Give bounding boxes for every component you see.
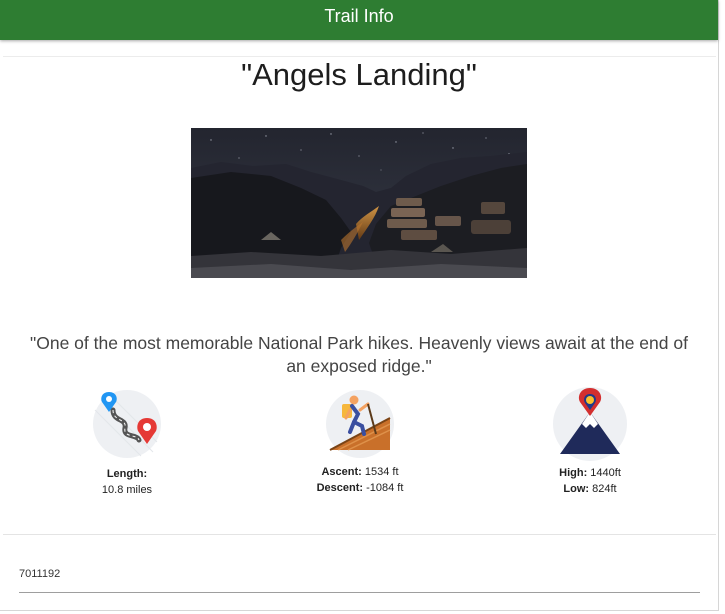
route-map-pins-icon — [91, 388, 163, 460]
mountain-peak-pin-icon — [552, 386, 628, 462]
high-label: High: — [559, 467, 588, 479]
footer-divider — [3, 534, 716, 535]
trail-id-underline — [19, 592, 700, 593]
descent-label: Descent: — [316, 482, 364, 494]
app-bar: Trail Info — [0, 0, 718, 40]
trail-description: "One of the most memorable National Park… — [30, 333, 688, 376]
ascent-value: 1534 ft — [361, 466, 399, 478]
ascent-label: Ascent: — [321, 466, 362, 478]
trail-id-field[interactable]: 7011192 — [19, 568, 60, 580]
app-bar-title: Trail Info — [324, 6, 394, 26]
high-value: 1440ft — [587, 467, 621, 479]
app-frame: Trail Info "Angels Landing" "One of the … — [0, 0, 719, 611]
elevation-change-stat: Ascent: 1534 ft Descent: -1084 ft — [300, 388, 420, 496]
trail-title: "Angels Landing" — [241, 57, 477, 92]
low-label: Low: — [563, 483, 590, 495]
trail-photo — [191, 128, 527, 278]
length-value: 10.8 miles — [101, 484, 153, 496]
altitude-range-stat: High: 1440ft Low: 824ft — [540, 386, 640, 497]
length-stat: Length: 10.8 miles — [77, 388, 177, 498]
hiker-climbing-icon — [324, 388, 396, 460]
low-value: 824ft — [589, 483, 617, 495]
length-label: Length: — [106, 468, 148, 480]
descent-value: -1084 ft — [363, 482, 404, 494]
